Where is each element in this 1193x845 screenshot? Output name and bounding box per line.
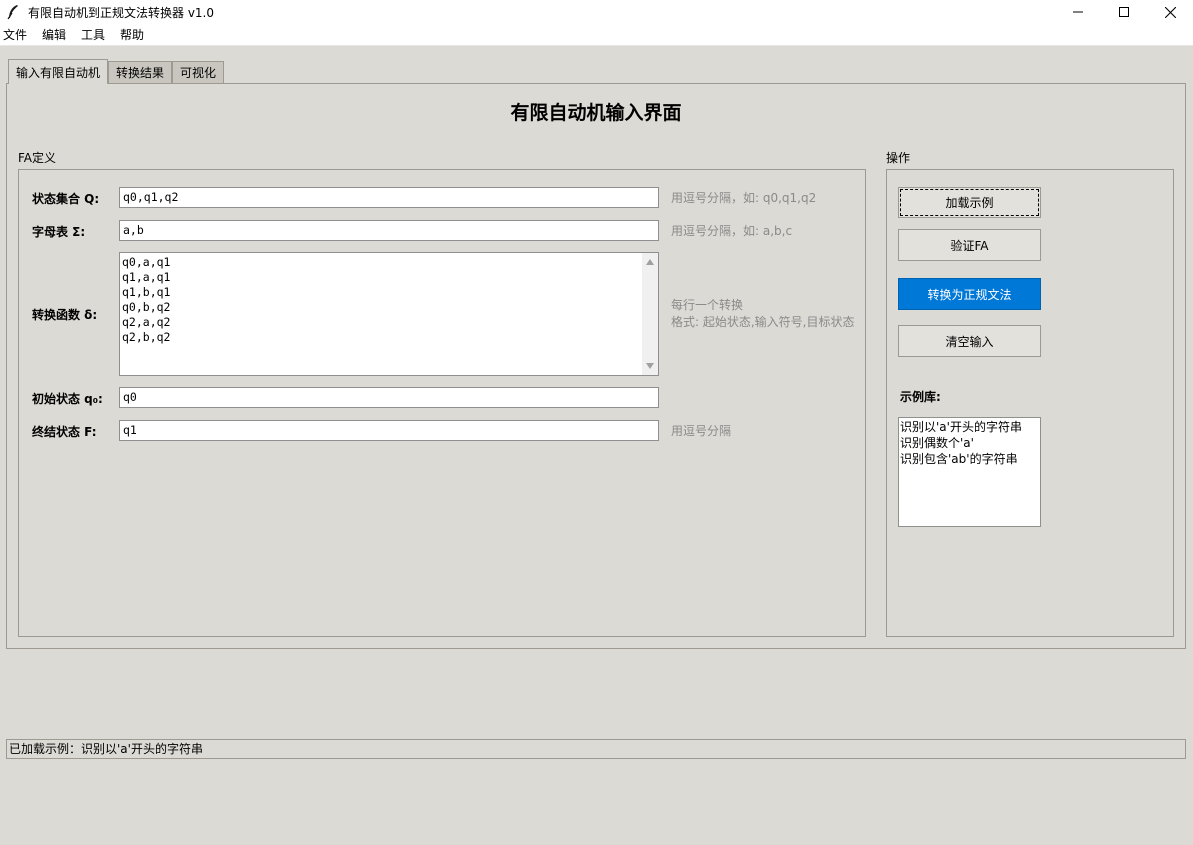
transition-line: q2,a,q2: [122, 315, 171, 329]
tab-conversion-result[interactable]: 转换结果: [108, 61, 173, 83]
transition-line: q1,a,q1: [122, 270, 171, 284]
states-input[interactable]: q0,q1,q2: [119, 187, 659, 208]
tab-visualization[interactable]: 可视化: [172, 61, 225, 83]
minimize-button[interactable]: [1055, 0, 1101, 24]
page-title: 有限自动机输入界面: [510, 102, 682, 124]
convert-to-grammar-button[interactable]: 转换为正规文法: [898, 278, 1041, 310]
menu-help[interactable]: 帮助: [117, 26, 150, 43]
transition-line: q1,b,q1: [122, 285, 171, 299]
menu-edit[interactable]: 编辑: [39, 26, 72, 43]
status-bar: 已加载示例：识别以'a'开头的字符串: [6, 739, 1186, 759]
transitions-textarea[interactable]: q0,a,q1 q1,a,q1 q1,b,q1 q0,b,q2 q2,a,q2 …: [119, 252, 659, 376]
examples-label: 示例库:: [900, 390, 941, 404]
load-example-button[interactable]: 加载示例: [898, 187, 1041, 218]
start-state-label: 初始状态 q₀:: [32, 392, 103, 406]
scroll-down-icon[interactable]: [645, 361, 655, 371]
maximize-icon: [1119, 7, 1129, 17]
alphabet-hint: 用逗号分隔，如: a,b,c: [671, 224, 793, 238]
tab-input-fa[interactable]: 输入有限自动机: [8, 59, 109, 84]
title-bar: 有限自动机到正规文法转换器 v1.0: [0, 0, 1193, 24]
alphabet-label: 字母表 Σ:: [32, 225, 86, 239]
menu-tools[interactable]: 工具: [78, 26, 111, 43]
clear-input-button[interactable]: 清空输入: [898, 325, 1041, 357]
transition-line: q2,b,q2: [122, 330, 171, 344]
transitions-scrollbar[interactable]: [642, 253, 658, 375]
states-label: 状态集合 Q:: [32, 192, 100, 206]
transitions-hint-2: 格式: 起始状态,输入符号,目标状态: [671, 315, 855, 329]
notebook-tabs: 输入有限自动机 转换结果 可视化: [8, 59, 225, 84]
transitions-label: 转换函数 δ:: [32, 308, 98, 322]
transition-line: q0,b,q2: [122, 300, 171, 314]
operations-frame: 加载示例 验证FA 转换为正规文法 清空输入 示例库: 识别以'a'开头的字符串…: [886, 169, 1174, 637]
ops-group-label: 操作: [886, 151, 911, 165]
menu-file[interactable]: 文件: [0, 26, 33, 43]
scroll-up-icon[interactable]: [645, 257, 655, 267]
minimize-icon: [1073, 11, 1083, 13]
menu-bar: 文件 编辑 工具 帮助: [0, 24, 1193, 46]
list-item[interactable]: 识别以'a'开头的字符串: [900, 419, 1039, 435]
window-title: 有限自动机到正规文法转换器 v1.0: [28, 5, 215, 20]
fa-group-label: FA定义: [18, 151, 57, 165]
start-state-input[interactable]: q0: [119, 387, 659, 408]
list-item[interactable]: 识别偶数个'a': [900, 435, 1039, 451]
transition-line: q0,a,q1: [122, 255, 171, 269]
final-states-input[interactable]: q1: [119, 420, 659, 441]
maximize-button[interactable]: [1101, 0, 1147, 24]
fa-definition-frame: 状态集合 Q: q0,q1,q2 用逗号分隔，如: q0,q1,q2 字母表 Σ…: [18, 169, 866, 637]
list-item[interactable]: 识别包含'ab'的字符串: [900, 451, 1039, 467]
feather-icon: [7, 5, 18, 20]
examples-listbox[interactable]: 识别以'a'开头的字符串 识别偶数个'a' 识别包含'ab'的字符串: [898, 417, 1041, 527]
final-states-label: 终结状态 F:: [32, 425, 97, 439]
final-states-hint: 用逗号分隔: [671, 424, 732, 438]
transitions-hint-1: 每行一个转换: [671, 298, 744, 312]
states-hint: 用逗号分隔，如: q0,q1,q2: [671, 191, 817, 205]
close-icon: [1164, 6, 1176, 18]
validate-fa-button[interactable]: 验证FA: [898, 229, 1041, 261]
alphabet-input[interactable]: a,b: [119, 220, 659, 241]
tab-page: 有限自动机输入界面 FA定义 状态集合 Q: q0,q1,q2 用逗号分隔，如:…: [6, 83, 1186, 649]
close-button[interactable]: [1147, 0, 1193, 24]
